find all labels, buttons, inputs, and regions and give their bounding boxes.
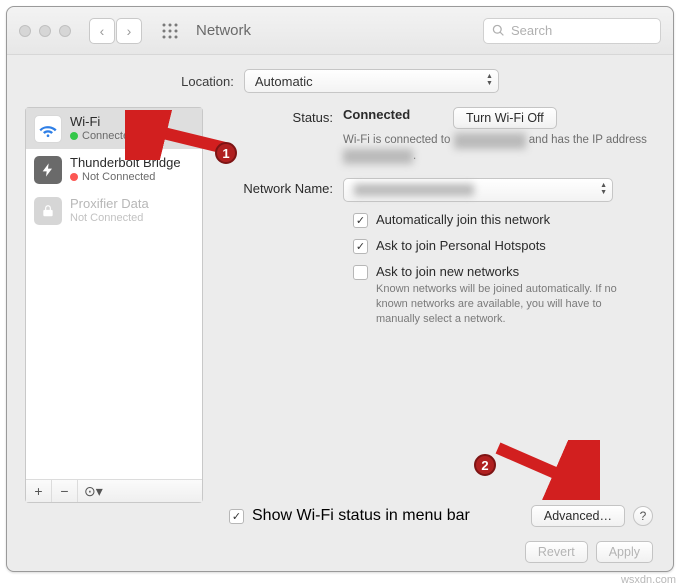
service-name: Wi-Fi (70, 115, 135, 130)
service-status: Not Connected (82, 171, 155, 184)
location-value: Automatic (255, 74, 313, 89)
checkbox-label: Ask to join Personal Hotspots (376, 238, 546, 253)
network-name-label: Network Name: (219, 178, 343, 202)
forward-button[interactable]: › (116, 18, 142, 44)
status-description: Wi-Fi is connected to xxxxxxxx and has t… (343, 133, 655, 164)
service-list-footer: + − ⊙▾ (26, 479, 202, 502)
status-dot-icon (70, 173, 78, 181)
search-icon (492, 24, 505, 37)
status-dot-icon (70, 132, 78, 140)
service-detail: Status: Connected Turn Wi-Fi Off Wi-Fi i… (219, 107, 655, 503)
checkbox-icon (353, 213, 368, 228)
toolbar: ‹ › Network Search (7, 7, 673, 55)
search-placeholder: Search (511, 23, 552, 38)
wifi-icon (34, 115, 62, 143)
checkbox-icon (353, 265, 368, 280)
checkbox-icon (353, 239, 368, 254)
add-service-button[interactable]: + (26, 480, 52, 502)
search-field[interactable]: Search (483, 18, 661, 44)
window-title: Network (196, 22, 251, 39)
location-label: Location: (181, 74, 234, 89)
location-row: Location: Automatic ▲▼ (7, 55, 673, 103)
service-thunderbolt[interactable]: Thunderbolt Bridge Not Connected (26, 149, 202, 190)
annotation-badge-1: 1 (215, 142, 237, 164)
updown-icon: ▲▼ (600, 182, 607, 196)
back-button[interactable]: ‹ (89, 18, 115, 44)
checkbox-label: Ask to join new networks (376, 264, 519, 279)
service-actions-button[interactable]: ⊙▾ (78, 480, 202, 502)
dialog-footer: Revert Apply (7, 527, 673, 563)
help-button[interactable]: ? (633, 506, 653, 526)
lock-icon (34, 197, 62, 225)
annotation-badge-2: 2 (474, 454, 496, 476)
network-name-select[interactable]: xxxxxxxxxx ▲▼ (343, 178, 613, 202)
updown-icon: ▲▼ (486, 73, 493, 87)
auto-join-checkbox[interactable]: Automatically join this network (353, 212, 655, 228)
status-value: Connected (343, 107, 453, 122)
minimize-dot[interactable] (39, 25, 51, 37)
status-label: Status: (219, 107, 343, 164)
service-name: Thunderbolt Bridge (70, 156, 181, 171)
checkbox-label: Automatically join this network (376, 212, 550, 227)
ask-join-checkbox[interactable]: Ask to join new networks (353, 264, 655, 280)
window-controls (19, 25, 71, 37)
join-hint: Known networks will be joined automatica… (376, 282, 646, 327)
bottom-bar: Show Wi-Fi status in menu bar Advanced… … (7, 505, 673, 527)
network-name-value: xxxxxxxxxx (354, 184, 474, 196)
remove-service-button[interactable]: − (52, 480, 78, 502)
service-status: Not Connected (70, 212, 143, 225)
service-proxifier[interactable]: Proxifier Data Not Connected (26, 190, 202, 231)
service-wifi[interactable]: Wi-Fi Connected (26, 108, 202, 149)
personal-hotspots-checkbox[interactable]: Ask to join Personal Hotspots (353, 238, 655, 254)
location-select[interactable]: Automatic ▲▼ (244, 69, 499, 93)
close-dot[interactable] (19, 25, 31, 37)
turn-wifi-off-button[interactable]: Turn Wi-Fi Off (453, 107, 557, 129)
watermark: wsxdn.com (621, 574, 676, 586)
thunderbolt-icon (34, 156, 62, 184)
show-status-label: Show Wi-Fi status in menu bar (252, 507, 523, 525)
advanced-button[interactable]: Advanced… (531, 505, 625, 527)
service-list: Wi-Fi Connected Thunderbolt Bridge Not C… (25, 107, 203, 503)
apply-button[interactable]: Apply (596, 541, 653, 563)
zoom-dot[interactable] (59, 25, 71, 37)
show-all-icon[interactable] (156, 18, 184, 44)
service-status: Connected (82, 130, 135, 143)
service-name: Proxifier Data (70, 197, 149, 212)
revert-button[interactable]: Revert (525, 541, 588, 563)
show-status-checkbox[interactable] (229, 509, 244, 524)
